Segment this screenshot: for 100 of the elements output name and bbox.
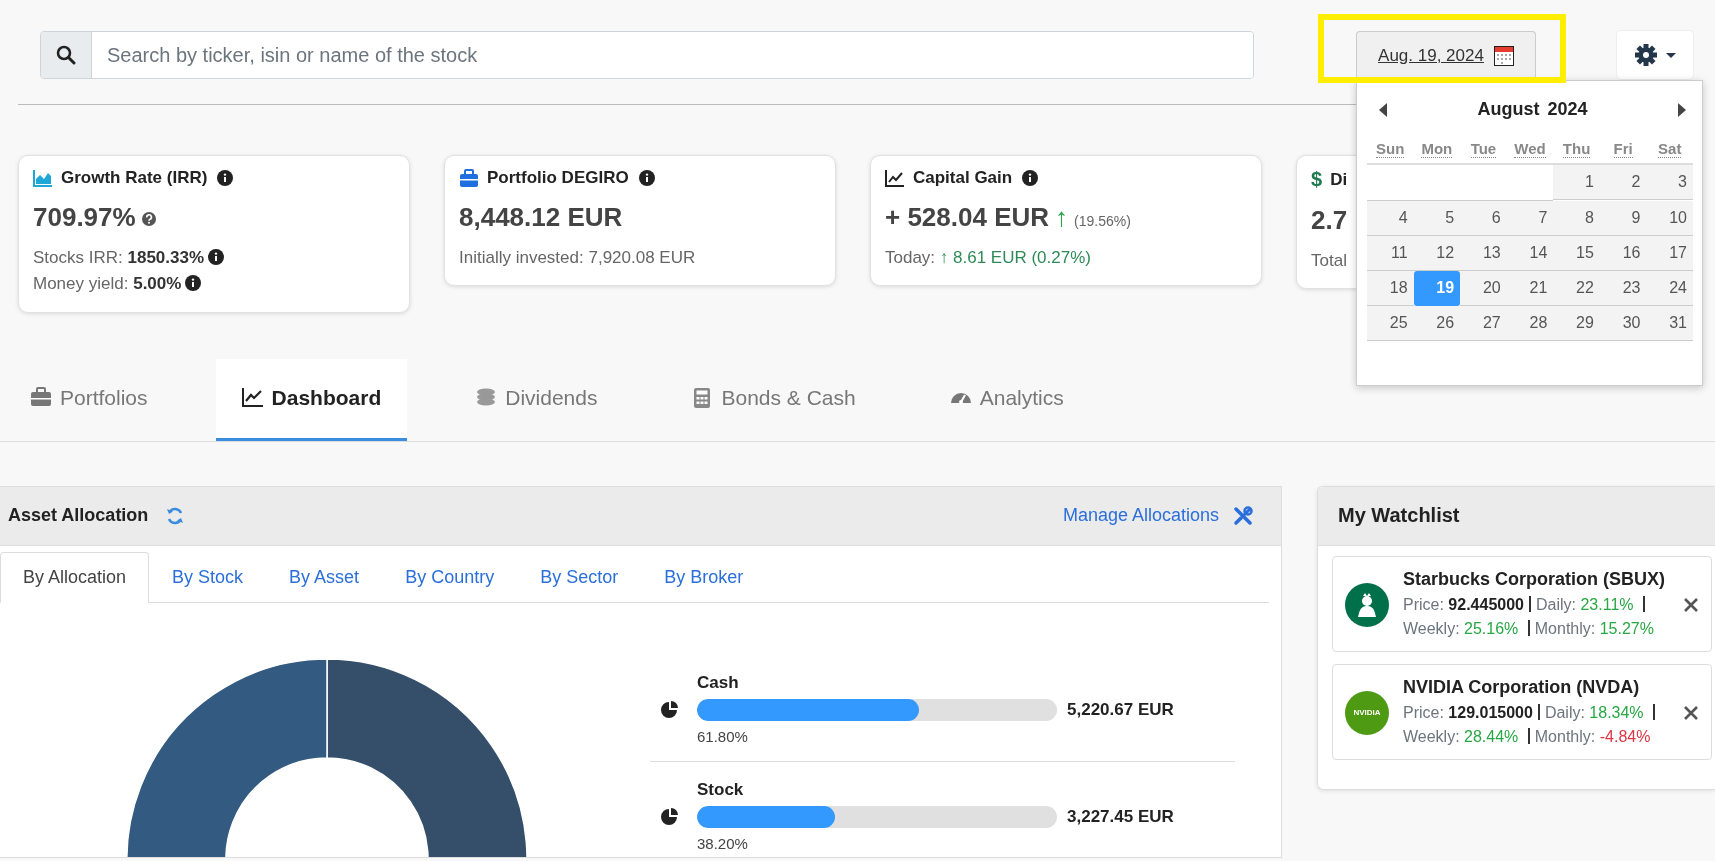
card-value: + 528.04 EUR (885, 202, 1050, 233)
calendar-day[interactable]: 24 (1646, 271, 1693, 306)
detail-label: Money yield: (33, 274, 130, 294)
price-label: Price: (1403, 595, 1445, 613)
nav-tab[interactable]: Analytics (923, 358, 1090, 441)
stock-name: NVIDIA Corporation (NVDA) (1403, 676, 1641, 698)
card-value: 709.97% (33, 202, 136, 233)
calendar-day[interactable]: 30 (1599, 306, 1647, 341)
calendar-day[interactable]: 26 (1413, 306, 1461, 341)
detail-value: 5.00% (133, 274, 182, 294)
metric-value: 15.27% (1599, 619, 1654, 637)
metric-value: 18.34% (1589, 703, 1644, 721)
weekday-label: Tue (1470, 140, 1497, 158)
line-chart-icon (241, 387, 264, 410)
search-field[interactable]: Search by ticker, isin or name of the stock (40, 31, 1254, 79)
calendar-day[interactable]: 10 (1646, 201, 1693, 236)
detail-label: Total (1311, 251, 1347, 270)
change-percent: (19.56%) (1074, 213, 1131, 229)
close-icon (1683, 704, 1699, 721)
calendar-day[interactable]: 14 (1506, 236, 1554, 271)
calendar-day[interactable]: 27 (1460, 306, 1507, 341)
caret-icon (1666, 52, 1676, 58)
price-value: 92.445000 (1448, 595, 1524, 613)
area-chart-icon (33, 169, 53, 187)
sub-tab[interactable]: By Stock (149, 551, 267, 603)
weekday-label: Wed (1514, 140, 1546, 158)
calendar-day[interactable]: 17 (1646, 236, 1693, 271)
sub-tab[interactable]: By Allocation (0, 551, 150, 603)
calendar-day[interactable]: 21 (1506, 271, 1554, 306)
metric-label: Daily: (1536, 595, 1577, 613)
calendar-day[interactable]: 12 (1413, 236, 1461, 271)
nav-tab[interactable]: Bonds & Cash (665, 358, 882, 441)
calendar-day[interactable]: 13 (1460, 236, 1507, 271)
metric-value: -4.84% (1599, 727, 1651, 745)
calendar-day[interactable]: 2 (1599, 165, 1647, 200)
calendar-day[interactable]: 20 (1460, 271, 1507, 306)
line-chart-icon (885, 169, 905, 187)
nav-tab[interactable]: Dashboard (215, 358, 408, 441)
metric-value: 23.11% (1580, 595, 1634, 613)
card-title: Capital Gain (913, 168, 1013, 188)
settings-icon (1634, 43, 1658, 67)
close-button[interactable] (1683, 704, 1699, 721)
left-arrow-icon (1379, 102, 1387, 117)
pie-chart-icon (660, 700, 678, 719)
sub-tab[interactable]: By Asset (266, 551, 383, 603)
calendar-day[interactable]: 15 (1553, 236, 1600, 271)
metric-label: Weekly: (1403, 619, 1461, 637)
manage-allocations-link[interactable]: Manage Allocations (1062, 505, 1253, 527)
calendar-day[interactable]: 28 (1506, 306, 1554, 341)
weekday-label: Mon (1421, 140, 1453, 158)
metric-value: 28.44% (1464, 727, 1519, 745)
calendar-day[interactable]: 22 (1553, 271, 1600, 306)
stock-name: Starbucks Corporation (SBUX) (1403, 568, 1667, 590)
next-month-button[interactable] (1678, 102, 1686, 117)
briefcase-icon (459, 169, 479, 187)
calendar-day[interactable]: 25 (1367, 306, 1414, 341)
allocation-name: Cash (697, 672, 740, 693)
calendar-day[interactable]: 16 (1599, 236, 1647, 271)
calendar-day[interactable]: 4 (1367, 201, 1414, 236)
allocation-amount: 5,220.67 EUR (1067, 699, 1175, 720)
calendar-day[interactable]: 7 (1506, 201, 1554, 236)
pie-chart-icon (660, 807, 678, 826)
sub-tab[interactable]: By Country (382, 551, 518, 603)
detail-value: 1850.33% (127, 248, 205, 267)
calendar-day[interactable]: 23 (1599, 271, 1647, 306)
calendar-day[interactable]: 6 (1460, 201, 1507, 236)
settings-button[interactable] (1616, 30, 1694, 80)
calendar-day[interactable]: 3 (1646, 165, 1693, 200)
panel-title: Asset Allocation (8, 505, 149, 527)
calendar-day[interactable]: 29 (1553, 306, 1600, 341)
sub-tab[interactable]: By Sector (517, 551, 642, 603)
tools-icon (1233, 505, 1253, 526)
dollar-icon: $ (1311, 168, 1323, 191)
calendar-day[interactable]: 18 (1367, 271, 1414, 306)
nav-tab[interactable]: Portfolios (4, 358, 174, 441)
close-button[interactable] (1683, 596, 1699, 613)
weekday-label: Fri (1613, 140, 1633, 158)
calendar-day[interactable]: 11 (1367, 236, 1414, 271)
price-value: 129.015000 (1448, 703, 1533, 721)
watchlist-card[interactable]: Starbucks Corporation (SBUX) Price: 92.445000 Daily: 23.11% Weekly: 25.16% Monthly: 15.27% (1332, 555, 1712, 652)
calendar-day[interactable]: 9 (1599, 201, 1647, 236)
close-icon (1683, 596, 1699, 613)
card-title: Portfolio DEGIRO (487, 168, 629, 188)
sub-tab[interactable]: By Broker (641, 551, 767, 603)
calendar-year: 2024 (1547, 99, 1588, 120)
nav-tab[interactable]: Dividends (449, 358, 624, 441)
previous-month-button[interactable] (1379, 102, 1387, 117)
panel-title: My Watchlist (1338, 504, 1460, 528)
detail-value: 7,920.08 EUR (588, 248, 696, 267)
calendar-icon (1493, 45, 1514, 66)
calendar-day[interactable]: 8 (1553, 201, 1600, 236)
card-title: Growth Rate (IRR) (61, 168, 208, 188)
detail-label: Stocks IRR: (33, 248, 124, 267)
calendar-day[interactable]: 31 (1646, 306, 1693, 341)
detail-label: Today: (885, 248, 937, 267)
watchlist-card[interactable]: NVIDIA NVIDIA Corporation (NVDA) Price: 129.015000 Daily: 18.34% Weekly: 28.44% Monthly: -4.84% (1332, 663, 1712, 760)
calendar-day[interactable]: 1 (1553, 165, 1600, 200)
calendar-day[interactable]: 5 (1413, 201, 1461, 236)
calendar-month: August (1477, 99, 1540, 120)
date-picker-button[interactable]: Aug. 19, 2024 (1356, 31, 1536, 79)
